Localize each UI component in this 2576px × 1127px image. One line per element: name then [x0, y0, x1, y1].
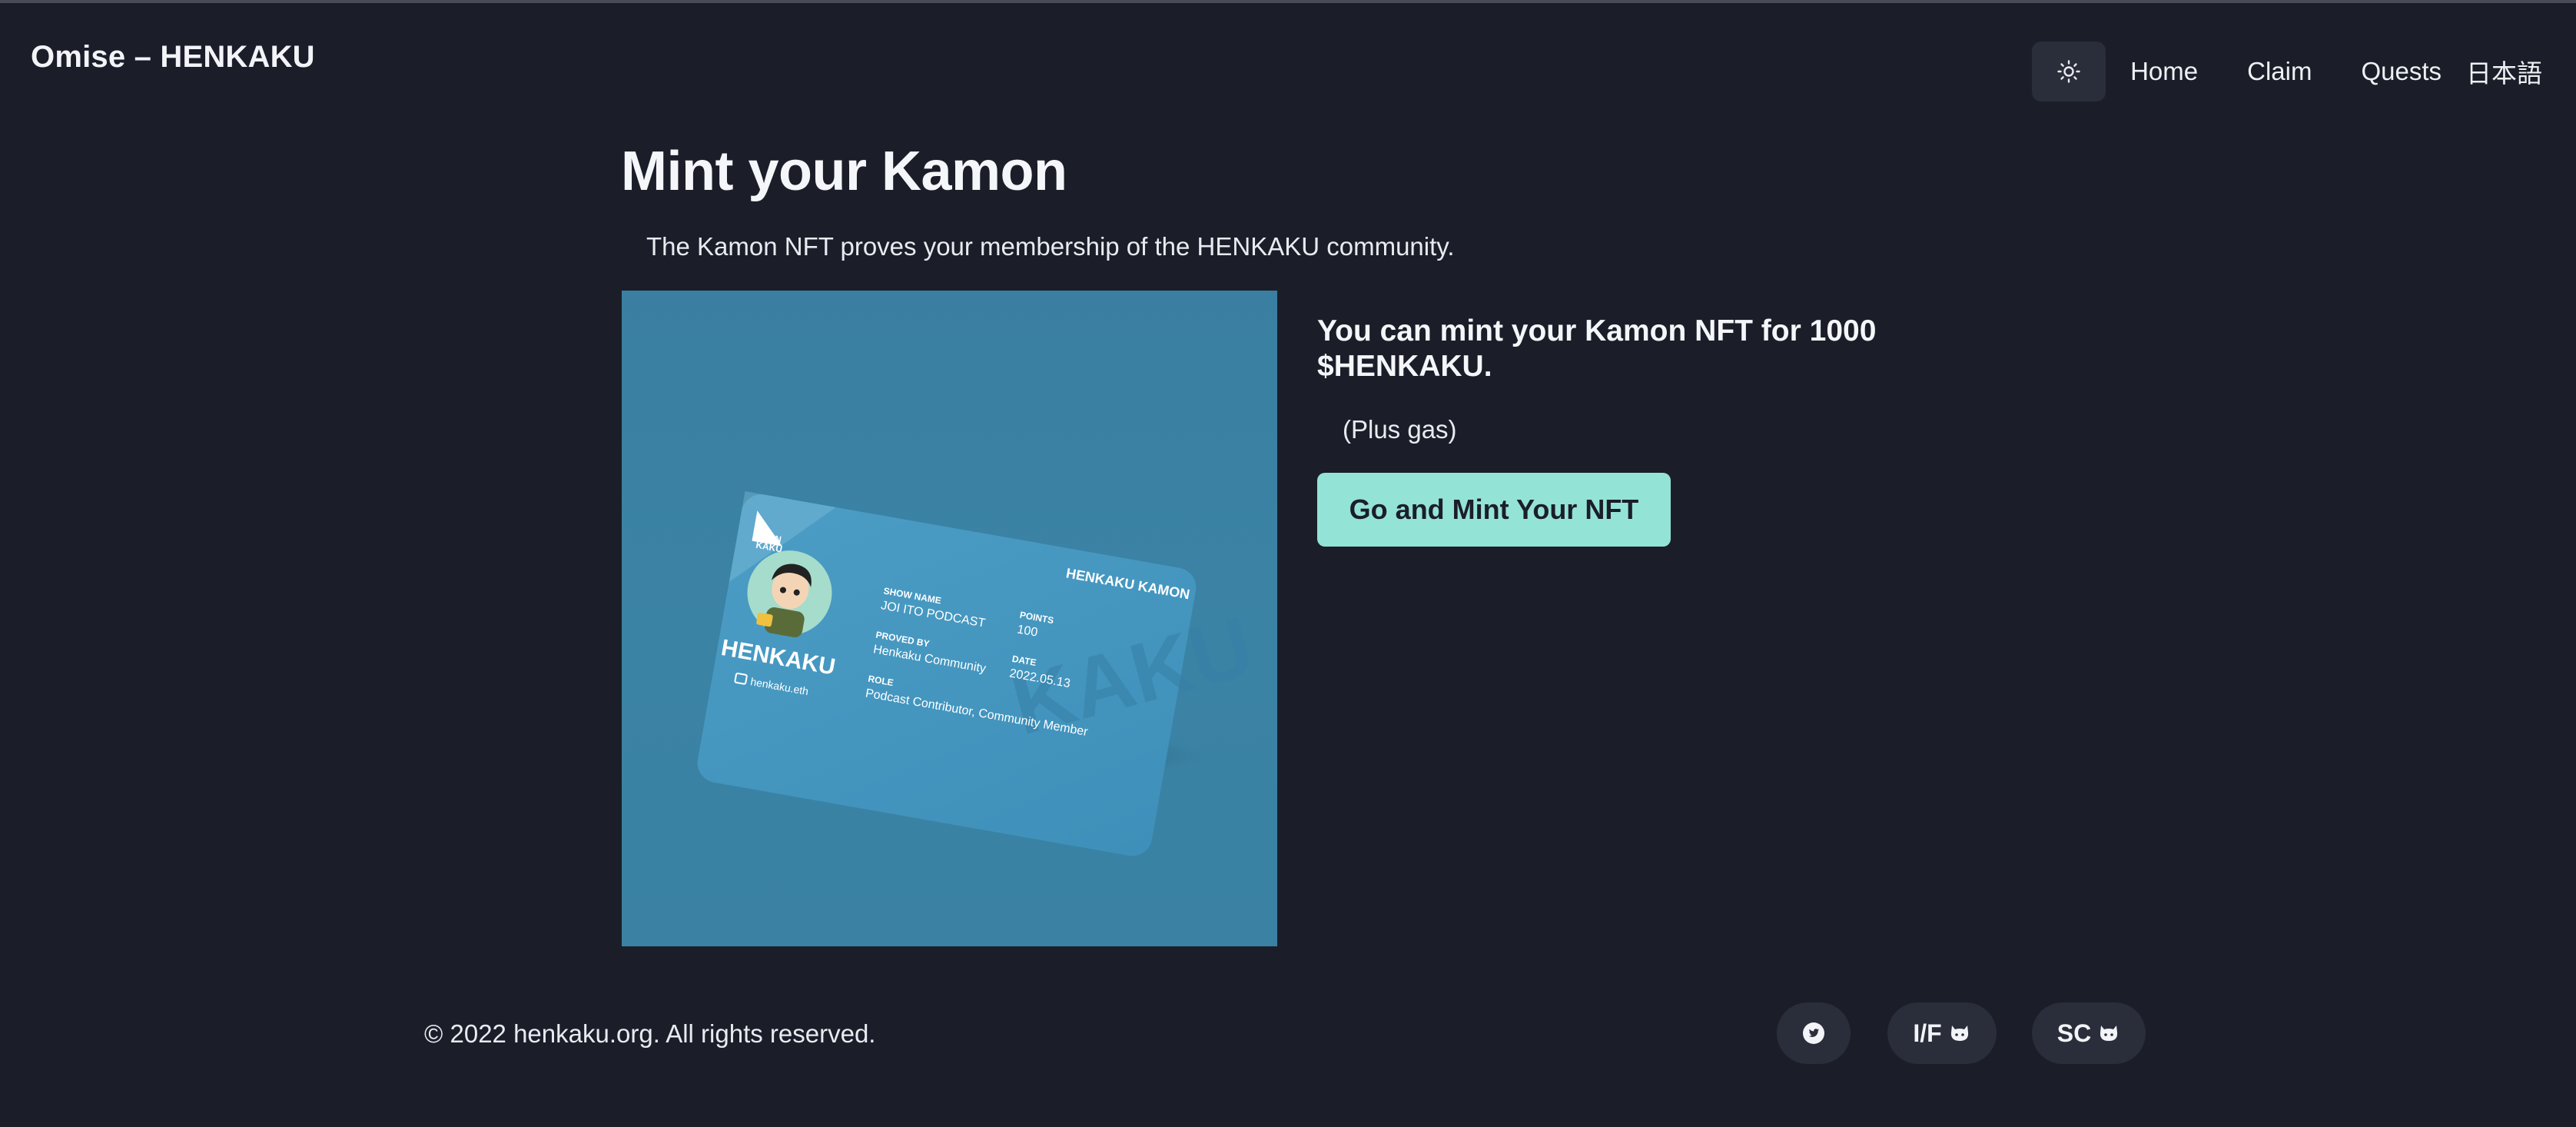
github-icon — [1950, 1026, 1968, 1041]
page-title: Mint your Kamon — [621, 141, 1067, 202]
mint-price-heading: You can mint your Kamon NFT for 1000 $HE… — [1317, 314, 1877, 383]
nav-claim-link[interactable]: Claim — [2247, 57, 2312, 86]
kamon-card-illustration: KAKU HEN KAKU HENKAKU KAMON HENKAKU henk… — [697, 491, 1263, 856]
smart-contract-github-button[interactable]: SC — [2032, 1002, 2146, 1064]
smart-contract-label: SC — [2056, 1019, 2092, 1047]
twitter-link-button[interactable] — [1777, 1002, 1851, 1064]
brand-title[interactable]: Omise – HENKAKU — [31, 40, 315, 75]
theme-toggle-button[interactable] — [2032, 42, 2106, 101]
sun-icon — [2057, 60, 2080, 83]
nav-home-link[interactable]: Home — [2130, 57, 2198, 86]
interface-label: I/F — [1913, 1019, 1942, 1047]
window-top-border — [0, 0, 2576, 3]
kamon-nft-image: KAKU HEN KAKU HENKAKU KAMON HENKAKU henk… — [622, 291, 1277, 946]
interface-github-button[interactable]: I/F — [1887, 1002, 1997, 1064]
page-subtitle: The Kamon NFT proves your membership of … — [646, 232, 1455, 261]
plus-gas-note: (Plus gas) — [1343, 415, 1457, 444]
copyright-text: © 2022 henkaku.org. All rights reserved. — [424, 1019, 876, 1048]
top-nav: Home Claim Quests 日本語 — [2032, 42, 2542, 101]
nav-quests-link[interactable]: Quests — [2361, 57, 2442, 86]
go-mint-nft-button[interactable]: Go and Mint Your NFT — [1317, 473, 1671, 547]
language-switch-link[interactable]: 日本語 — [2466, 53, 2542, 90]
github-icon — [2100, 1026, 2118, 1041]
twitter-icon — [1803, 1022, 1824, 1044]
